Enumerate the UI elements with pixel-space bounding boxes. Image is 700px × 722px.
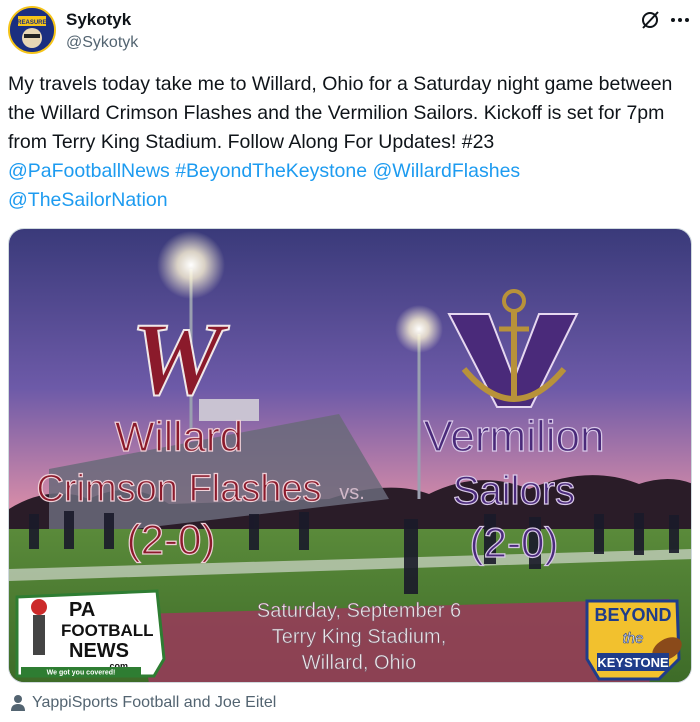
- tweet-media-image[interactable]: W Willard Crimson Flashes (2-0) vs. Verm…: [8, 228, 692, 683]
- willard-logo-letter: W: [131, 302, 230, 417]
- game-venue: Terry King Stadium,: [272, 626, 447, 648]
- avatar-image: TREASURES: [10, 8, 54, 52]
- author-avatar[interactable]: TREASURES: [8, 6, 56, 54]
- mention-thesailornation[interactable]: @TheSailorNation: [8, 189, 168, 211]
- more-options-icon[interactable]: [668, 10, 692, 30]
- pafn-line3: NEWS: [69, 640, 129, 662]
- mention-pafootballnews[interactable]: @PaFootballNews: [8, 160, 170, 182]
- pa-football-news-logo: PA FOOTBALL NEWS .com We got you covered…: [15, 589, 166, 678]
- home-team-name-line2: Crimson Flashes: [36, 468, 321, 510]
- tweet-header: TREASURES Sykotyk @Sykotyk: [8, 4, 692, 62]
- tweet-text: My travels today take me to Willard, Ohi…: [8, 70, 694, 215]
- grok-icon[interactable]: [638, 8, 662, 32]
- tagged-people-row[interactable]: YappiSports Football and Joe Eitel: [10, 690, 276, 716]
- btk-line3: KEYSTONE: [597, 655, 669, 670]
- game-date: Saturday, September 6: [257, 600, 461, 622]
- away-team-record: (2-0): [470, 519, 559, 566]
- author-display-name[interactable]: Sykotyk: [66, 10, 131, 30]
- pafn-line1: PA: [69, 599, 95, 621]
- mention-willardflashes[interactable]: @WillardFlashes: [373, 160, 521, 182]
- tweet-body-text: My travels today take me to Willard, Ohi…: [8, 73, 673, 153]
- game-location: Willard, Ohio: [302, 652, 416, 674]
- away-team-name-line1: Vermilion: [424, 412, 605, 461]
- home-team-name-line1: Willard: [115, 413, 243, 460]
- btk-line1: BEYOND: [594, 605, 671, 625]
- avatar-text: TREASURES: [13, 20, 50, 26]
- tagged-people-text: YappiSports Football and Joe Eitel: [32, 694, 277, 711]
- versus-text: vs.: [339, 482, 365, 504]
- author-handle[interactable]: @Sykotyk: [66, 34, 138, 52]
- pafn-tagline: We got you covered!: [47, 670, 116, 677]
- away-team-name-line2: Sailors: [453, 469, 575, 513]
- person-icon: [11, 695, 25, 711]
- home-team-record: (2-0): [127, 516, 216, 563]
- btk-line2: the: [623, 630, 644, 647]
- pafn-line2: FOOTBALL: [61, 621, 154, 640]
- game-graphic: W Willard Crimson Flashes (2-0) vs. Verm…: [9, 229, 691, 682]
- hashtag-beyondthekeystone[interactable]: #BeyondTheKeystone: [175, 160, 367, 182]
- beyond-the-keystone-logo: BEYOND the KEYSTONE: [585, 599, 682, 681]
